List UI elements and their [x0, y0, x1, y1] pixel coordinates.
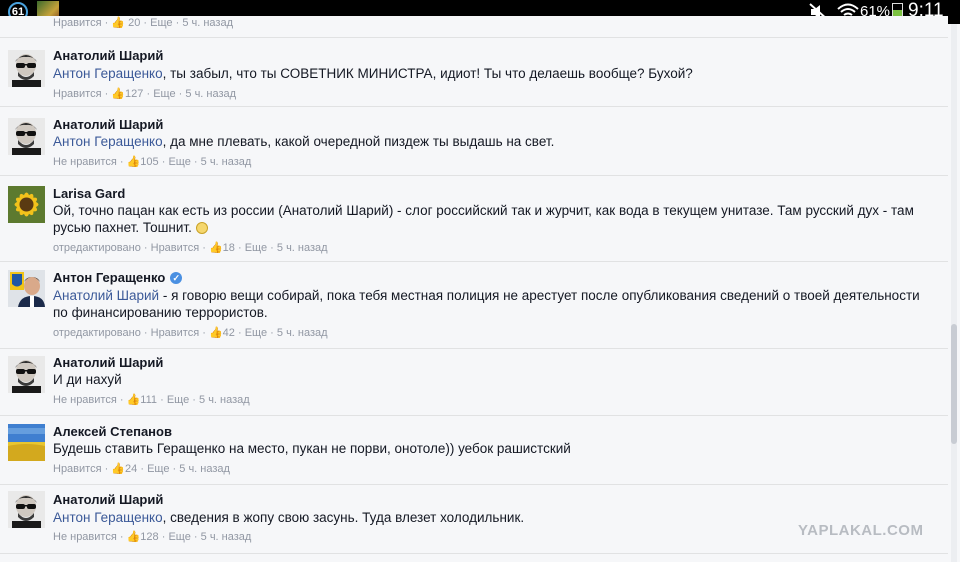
- thumbs-up-icon: 👍: [111, 17, 126, 29]
- thumbs-up-icon: 👍: [208, 242, 223, 254]
- divider: [0, 553, 948, 554]
- like-link[interactable]: Нравится: [151, 327, 200, 339]
- more-link[interactable]: Еще: [245, 327, 267, 339]
- comment-item: Larisa Gard Ой, точно пацан как есть из …: [0, 176, 948, 261]
- thumbs-up-icon: 👍: [126, 156, 141, 168]
- comment-meta: отредактировано · Нравится · 👍18 · Еще ·…: [53, 242, 328, 254]
- comment-author[interactable]: Анатолий Шарий: [53, 355, 163, 370]
- verified-badge-icon: ✓: [170, 272, 183, 284]
- comment-time[interactable]: 5 ч. назад: [182, 17, 233, 29]
- thumbs-up-icon: 👍: [111, 88, 126, 100]
- more-link[interactable]: Еще: [245, 242, 267, 254]
- comment-meta: Нравится · 👍 20 · Еще · 5 ч. назад: [53, 17, 234, 29]
- comment-author[interactable]: Анатолий Шарий: [53, 492, 163, 507]
- comment-time[interactable]: 5 ч. назад: [185, 88, 236, 100]
- avatar[interactable]: [8, 424, 45, 461]
- comment-item: Антон Геращенко ✓ Анатолий Шарий - я гово…: [0, 262, 948, 348]
- mention-link[interactable]: Анатолий Шарий: [53, 288, 159, 303]
- like-link[interactable]: Не нравится: [53, 394, 117, 406]
- more-link[interactable]: Еще: [147, 463, 169, 475]
- comment-text: И ди нахуй: [53, 372, 122, 387]
- thumbs-up-icon: 👍: [208, 327, 223, 339]
- thumbs-up-icon: 👍: [126, 394, 141, 406]
- mention-link[interactable]: Антон Геращенко: [53, 134, 163, 149]
- like-count: 20: [128, 17, 141, 29]
- comment-author[interactable]: Анатолий Шарий: [53, 117, 163, 132]
- thumbs-up-icon: 👍: [111, 463, 126, 475]
- like-count: 111: [140, 394, 158, 406]
- avatar[interactable]: [8, 186, 45, 223]
- mention-link[interactable]: Антон Геращенко: [53, 66, 163, 81]
- comment-meta: Нравится · 👍24 · Еще · 5 ч. назад: [53, 463, 230, 475]
- like-link[interactable]: Нравится: [151, 242, 200, 254]
- comment-author[interactable]: Алексей Степанов: [53, 424, 172, 439]
- edited-label[interactable]: отредактировано: [53, 327, 141, 339]
- avatar[interactable]: [8, 491, 45, 528]
- comment-time[interactable]: 5 ч. назад: [199, 394, 250, 406]
- like-count: 105: [140, 156, 159, 168]
- like-link[interactable]: Нравится: [53, 17, 102, 29]
- comment-author[interactable]: Larisa Gard: [53, 186, 125, 201]
- watermark: YAPLAKAL.COM: [798, 522, 924, 539]
- comment-meta: Нравится · 👍127 · Еще · 5 ч. назад: [53, 88, 237, 100]
- avatar[interactable]: [8, 356, 45, 393]
- more-link[interactable]: Еще: [167, 394, 189, 406]
- thumbs-up-icon: 👍: [126, 531, 141, 543]
- more-link[interactable]: Еще: [150, 17, 172, 29]
- comment-time[interactable]: 5 ч. назад: [179, 463, 230, 475]
- comment-item: Анатолий Шарий И ди нахуй Не нравится · …: [0, 349, 948, 415]
- comment-author[interactable]: Антон Геращенко ✓: [53, 270, 183, 285]
- edited-label[interactable]: отредактировано: [53, 242, 141, 254]
- comment-meta: Не нравится · 👍105 · Еще · 5 ч. назад: [53, 156, 252, 168]
- comment-meta: Не нравится · 👍128 · Еще · 5 ч. назад: [53, 531, 252, 543]
- comment-text: Антон Геращенко, ты забыл, что ты СОВЕТН…: [53, 66, 693, 81]
- scrollbar-thumb[interactable]: [951, 324, 957, 444]
- more-link[interactable]: Еще: [153, 88, 175, 100]
- comment-time[interactable]: 5 ч. назад: [201, 156, 252, 168]
- like-count: 24: [125, 463, 138, 475]
- avatar[interactable]: [8, 270, 45, 307]
- like-count: 127: [125, 88, 144, 100]
- mention-link[interactable]: Антон Геращенко: [53, 510, 163, 525]
- comment-meta: Не нравится · 👍111 · Еще · 5 ч. назад: [53, 394, 250, 406]
- like-count: 42: [222, 327, 235, 339]
- like-link[interactable]: Нравится: [53, 88, 102, 100]
- comment-text: Анатолий Шарий - я говорю вещи собирай, …: [53, 288, 920, 320]
- comment-time[interactable]: 5 ч. назад: [277, 242, 328, 254]
- more-link[interactable]: Еще: [168, 531, 190, 543]
- like-count: 128: [140, 531, 159, 543]
- avatar[interactable]: [8, 118, 45, 155]
- smile-emoji-icon: [195, 222, 208, 234]
- comment-item: Алексей Степанов Будешь ставить Геращенк…: [0, 416, 948, 484]
- comment-text: Ой, точно пацан как есть из россии (Анат…: [53, 203, 914, 235]
- comment-item: Анатолий Шарий Антон Геращенко, сведения…: [0, 485, 948, 553]
- like-link[interactable]: Не нравится: [53, 156, 117, 168]
- comment-time[interactable]: 5 ч. назад: [277, 327, 328, 339]
- more-link[interactable]: Еще: [168, 156, 190, 168]
- comment-text: Будешь ставить Геращенко на место, пукан…: [53, 441, 571, 456]
- like-count: 18: [222, 242, 235, 254]
- comment-item: Анатолий Шарий Антон Геращенко, да мне п…: [0, 107, 948, 175]
- comment-meta: отредактировано · Нравится · 👍42 · Еще ·…: [53, 327, 328, 339]
- comment-time[interactable]: 5 ч. назад: [201, 531, 252, 543]
- scrollbar[interactable]: [951, 24, 957, 562]
- avatar[interactable]: [8, 50, 45, 87]
- comment-author[interactable]: Анатолий Шарий: [53, 48, 163, 63]
- comment-text: Антон Геращенко, да мне плевать, какой о…: [53, 134, 555, 149]
- like-link[interactable]: Не нравится: [53, 531, 117, 543]
- comment-item: Анатолий Шарий Антон Геращенко, ты забыл…: [0, 38, 948, 106]
- like-link[interactable]: Нравится: [53, 463, 102, 475]
